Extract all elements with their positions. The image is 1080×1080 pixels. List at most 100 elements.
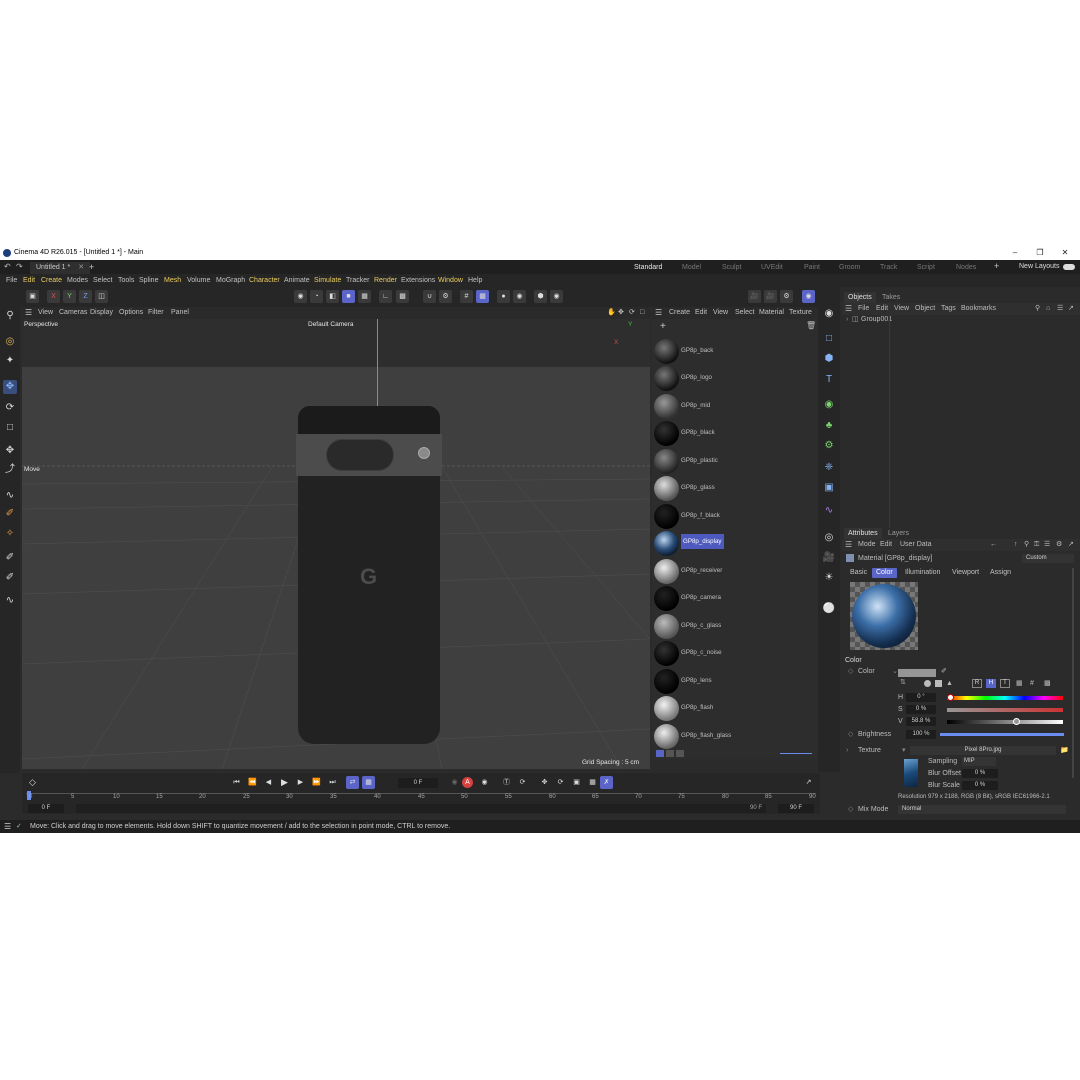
hue-slider[interactable] (947, 696, 1063, 700)
viewport-menu-cameras[interactable]: Cameras (59, 307, 87, 319)
subtab-assign[interactable]: Assign (986, 568, 1015, 578)
deformer-icon[interactable]: ❈ (822, 461, 836, 475)
toggle-icon[interactable] (1063, 264, 1075, 270)
material-item[interactable]: GP8p_receiver (652, 558, 818, 585)
axis-mode-icon[interactable]: ∟ (379, 290, 392, 303)
coordinate-system-icon[interactable]: ◫ (95, 290, 108, 303)
material-menu-texture[interactable]: Texture (789, 307, 812, 319)
close-tab-icon[interactable]: ✕ (78, 264, 84, 271)
menu-edit[interactable]: Edit (23, 274, 35, 287)
menu-mesh[interactable]: Mesh (164, 274, 181, 287)
tab-attributes[interactable]: Attributes (844, 528, 882, 539)
viewport-menu-filter[interactable]: Filter (148, 307, 164, 319)
search-icon[interactable]: ⚲ (3, 309, 17, 323)
solo-icon[interactable]: ● (497, 290, 510, 303)
menu-modes[interactable]: Modes (67, 274, 88, 287)
add-material-icon[interactable]: + (660, 321, 666, 332)
points-mode-icon[interactable]: ◉ (294, 290, 307, 303)
layout-tab-uvedit[interactable]: UVEdit (761, 262, 783, 274)
min-frame-field[interactable]: 0 F (28, 804, 64, 813)
zoom-slider[interactable] (780, 753, 812, 754)
blur-offset-field[interactable]: 0 % (962, 769, 998, 778)
objects-menu-icon[interactable]: ☰ (845, 303, 852, 314)
menu-select[interactable]: Select (93, 274, 112, 287)
attributes-menu-mode[interactable]: Mode (858, 539, 876, 550)
keyframe-icon[interactable]: ◇ (848, 666, 853, 677)
tweak-icon[interactable]: ✦ (3, 354, 17, 368)
text-icon[interactable]: T (822, 373, 836, 387)
mixer-icon[interactable]: ▦ (1016, 678, 1023, 689)
expand-arrow-icon[interactable]: › (846, 745, 848, 756)
generator-icon[interactable]: ◉ (822, 398, 836, 412)
orbit-icon[interactable]: ⟳ (629, 307, 635, 319)
material-item[interactable]: GP8p_flash_glass (652, 723, 818, 750)
light-icon[interactable]: ⬢ (534, 290, 547, 303)
preview-range-icon[interactable]: ▦ (362, 776, 375, 789)
large-view-icon[interactable] (676, 750, 684, 757)
new-window-icon[interactable]: ↗ (1068, 303, 1074, 314)
layout-tab-track[interactable]: Track (880, 262, 897, 274)
spline-tool-icon[interactable]: ∿ (3, 594, 17, 608)
pan-icon[interactable]: ✋ (607, 307, 616, 319)
texture-file-field[interactable]: Pixel 8Pro.jpg (910, 746, 1056, 755)
material-item-selected[interactable]: GP8p_display (652, 530, 818, 557)
sampling-dropdown[interactable]: MIP (962, 757, 996, 766)
home-icon[interactable]: ⌂ (1046, 303, 1050, 314)
axis-z-button[interactable]: Z (79, 290, 92, 303)
layout-tab-sculpt[interactable]: Sculpt (722, 262, 741, 274)
material-icon[interactable]: ◉ (550, 290, 563, 303)
layout-tab-model[interactable]: Model (682, 262, 701, 274)
attributes-menu-user-data[interactable]: User Data (900, 539, 932, 550)
tab-untitled-1[interactable]: Untitled 1 * ✕ (30, 262, 91, 274)
keyframe-selection-icon[interactable]: ◉ (478, 776, 491, 789)
search-icon[interactable]: ⚲ (1024, 539, 1029, 550)
objects-menu-file[interactable]: File (858, 303, 869, 314)
swatches-icon[interactable]: ▩ (1044, 678, 1051, 689)
render-picture-viewer-icon[interactable]: 🎥 (764, 290, 777, 303)
preset-dropdown[interactable]: Custom (1022, 554, 1074, 563)
layout-tab-groom[interactable]: Groom (839, 262, 860, 274)
texture-menu-icon[interactable]: ▾ (902, 745, 906, 756)
viewport-menu-view[interactable]: View (38, 307, 53, 319)
material-item[interactable]: GP8p_back (652, 338, 818, 365)
back-arrow-icon[interactable]: ← (990, 539, 997, 550)
color-swatch[interactable] (898, 669, 936, 677)
tag-icon[interactable]: ⚪ (822, 602, 836, 616)
sculpt-icon[interactable]: ✐ (3, 571, 17, 585)
objects-menu-object[interactable]: Object (915, 303, 935, 314)
image-icon[interactable]: ▲ (946, 678, 953, 689)
subtab-color[interactable]: Color (872, 568, 897, 578)
chevron-down-icon[interactable]: ⌄ (892, 666, 898, 677)
effector-icon[interactable]: ⚙ (822, 439, 836, 453)
close-icon[interactable]: ✕ (1053, 246, 1077, 260)
viewport-menu-panel[interactable]: Panel (171, 307, 189, 319)
material-item[interactable]: GP8p_lens (652, 668, 818, 695)
objects-menu-view[interactable]: View (894, 303, 909, 314)
menu-volume[interactable]: Volume (187, 274, 210, 287)
kelvin-mode-button[interactable]: T (1000, 679, 1010, 688)
color-wheel-icon[interactable] (924, 680, 931, 687)
material-item[interactable]: GP8p_mid (652, 393, 818, 420)
menu-icon[interactable]: ☰ (4, 820, 11, 833)
subtab-basic[interactable]: Basic (846, 568, 871, 578)
previous-frame-icon[interactable]: ◀ (262, 776, 275, 789)
transform-tool-icon[interactable]: ✥ (3, 444, 17, 458)
brush-icon[interactable]: ✐ (3, 507, 17, 521)
spline-icon[interactable]: ∿ (822, 504, 836, 518)
material-menu-view[interactable]: View (713, 307, 728, 319)
model-mode-icon[interactable]: ■ (342, 290, 355, 303)
material-item[interactable]: GP8p_f_black (652, 503, 818, 530)
axis-y-button[interactable]: Y (63, 290, 76, 303)
render-view-icon[interactable]: 🎥 (748, 290, 761, 303)
polygons-mode-icon[interactable]: ◧ (326, 290, 339, 303)
view-icon[interactable]: ◉ (822, 307, 836, 321)
go-to-start-icon[interactable]: ⏮ (230, 776, 243, 789)
blur-scale-field[interactable]: 0 % (962, 781, 998, 790)
layout-tab-standard[interactable]: Standard (634, 262, 663, 275)
texture-mode-icon[interactable]: ▩ (396, 290, 409, 303)
value-slider[interactable] (947, 720, 1063, 724)
null-object-icon[interactable]: □ (822, 332, 836, 346)
menu-window[interactable]: Window (438, 274, 463, 287)
spectrum-icon[interactable] (935, 680, 942, 687)
next-frame-icon[interactable]: ▶ (294, 776, 307, 789)
